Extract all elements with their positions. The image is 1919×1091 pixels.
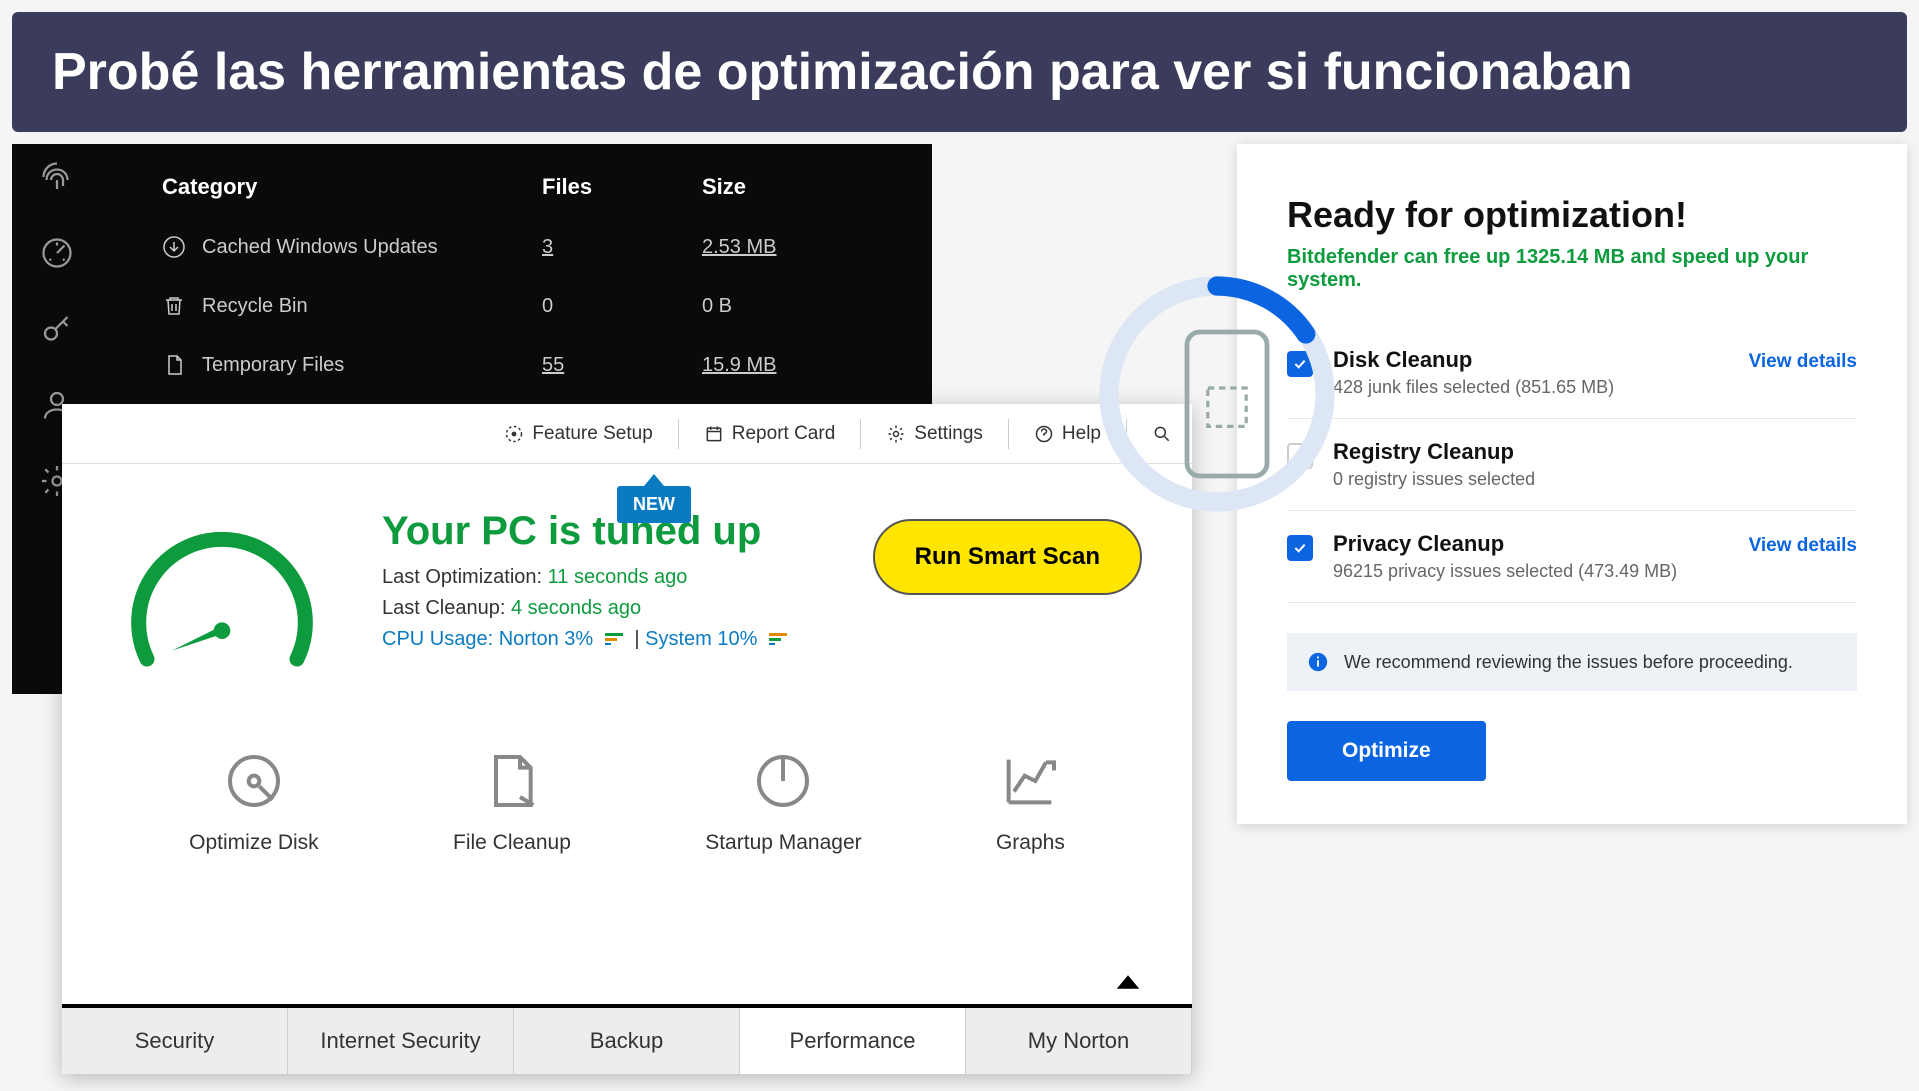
bars-icon xyxy=(605,628,623,651)
row-size[interactable]: 15.9 MB xyxy=(702,354,892,377)
item-desc: 428 junk files selected (851.65 MB) xyxy=(1333,377,1729,398)
new-badge: NEW xyxy=(617,474,691,523)
row-size: 0 B xyxy=(702,295,892,318)
item-desc: 96215 privacy issues selected (473.49 MB… xyxy=(1333,561,1729,582)
run-smart-scan-button[interactable]: Run Smart Scan xyxy=(873,519,1142,595)
header-size: Size xyxy=(702,174,892,200)
last-opt-value: 11 seconds ago xyxy=(548,566,688,588)
report-card-button[interactable]: Report Card xyxy=(704,423,836,445)
tab-internet-security[interactable]: Internet Security xyxy=(288,1008,514,1074)
row-name: Recycle Bin xyxy=(202,295,308,318)
separator xyxy=(678,419,679,449)
row-files[interactable]: 3 xyxy=(542,236,702,259)
key-icon[interactable] xyxy=(39,311,75,352)
info-icon xyxy=(1307,651,1329,673)
startup-manager-button[interactable]: Startup Manager xyxy=(705,749,861,855)
speedometer-icon[interactable] xyxy=(39,235,75,276)
tab-performance[interactable]: Performance xyxy=(740,1008,966,1074)
bitdefender-panel: Ready for optimization! Bitdefender can … xyxy=(1237,144,1907,824)
checkbox-privacy-cleanup[interactable] xyxy=(1287,535,1313,561)
item-desc: 0 registry issues selected xyxy=(1333,469,1857,490)
cpu-sep: | xyxy=(634,628,639,650)
gauge-icon xyxy=(112,509,332,709)
bd-title: Ready for optimization! xyxy=(1287,194,1857,236)
banner-title: Probé las herramientas de optimización p… xyxy=(52,43,1633,101)
graphs-button[interactable]: Graphs xyxy=(996,749,1065,855)
separator xyxy=(860,419,861,449)
settings-button[interactable]: Settings xyxy=(886,423,983,445)
status-block: Your PC is tuned up Last Optimization: 1… xyxy=(382,509,823,709)
status-title: Your PC is tuned up xyxy=(382,509,823,554)
file-icon xyxy=(162,353,202,377)
table-row[interactable]: Recycle Bin 0 0 B xyxy=(162,294,892,318)
help-button[interactable]: Help xyxy=(1034,423,1101,445)
last-clean-value: 4 seconds ago xyxy=(511,597,641,619)
tab-bar: Security Internet Security Backup Perfor… xyxy=(62,1004,1192,1074)
cpu-norton: Norton 3% xyxy=(499,628,594,650)
item-title: Registry Cleanup xyxy=(1333,439,1857,465)
cpu-system: System 10% xyxy=(645,628,757,650)
collapse-icon[interactable] xyxy=(1114,973,1142,996)
recommendation-note: We recommend reviewing the issues before… xyxy=(1287,633,1857,691)
norton-panel: Feature Setup Report Card Settings Help … xyxy=(62,404,1192,1074)
bd-item-privacy-cleanup: Privacy Cleanup 96215 privacy issues sel… xyxy=(1287,511,1857,603)
norton-topbar: Feature Setup Report Card Settings Help xyxy=(62,404,1192,464)
row-name: Temporary Files xyxy=(202,354,344,377)
fingerprint-icon[interactable] xyxy=(39,159,75,200)
row-name: Cached Windows Updates xyxy=(202,236,438,259)
feature-setup-button[interactable]: Feature Setup xyxy=(504,423,652,445)
row-size[interactable]: 2.53 MB xyxy=(702,236,892,259)
tab-backup[interactable]: Backup xyxy=(514,1008,740,1074)
bd-subtitle: Bitdefender can free up 1325.14 MB and s… xyxy=(1287,246,1857,292)
optimize-disk-button[interactable]: Optimize Disk xyxy=(189,749,319,855)
optimize-button[interactable]: Optimize xyxy=(1287,721,1486,781)
separator xyxy=(1008,419,1009,449)
device-icon xyxy=(1177,324,1277,484)
row-files[interactable]: 55 xyxy=(542,354,702,377)
view-details-link[interactable]: View details xyxy=(1749,351,1857,373)
view-details-link[interactable]: View details xyxy=(1749,535,1857,557)
header-category: Category xyxy=(162,174,542,200)
header-files: Files xyxy=(542,174,702,200)
tab-my-norton[interactable]: My Norton xyxy=(966,1008,1192,1074)
trash-icon xyxy=(162,294,202,318)
page-banner: Probé las herramientas de optimización p… xyxy=(12,12,1907,132)
bars-icon xyxy=(769,628,787,651)
download-icon xyxy=(162,235,202,259)
row-files: 0 xyxy=(542,295,702,318)
item-title: Disk Cleanup xyxy=(1333,347,1729,373)
cpu-label: CPU Usage: xyxy=(382,628,493,650)
file-cleanup-button[interactable]: File Cleanup xyxy=(453,749,571,855)
item-title: Privacy Cleanup xyxy=(1333,531,1729,557)
table-row[interactable]: Cached Windows Updates 3 2.53 MB xyxy=(162,235,892,259)
last-clean-label: Last Cleanup: xyxy=(382,597,505,619)
bd-item-registry-cleanup: Registry Cleanup 0 registry issues selec… xyxy=(1287,419,1857,511)
bd-item-disk-cleanup: Disk Cleanup 428 junk files selected (85… xyxy=(1287,327,1857,419)
tab-security[interactable]: Security xyxy=(62,1008,288,1074)
table-row[interactable]: Temporary Files 55 15.9 MB xyxy=(162,353,892,377)
last-opt-label: Last Optimization: xyxy=(382,566,542,588)
